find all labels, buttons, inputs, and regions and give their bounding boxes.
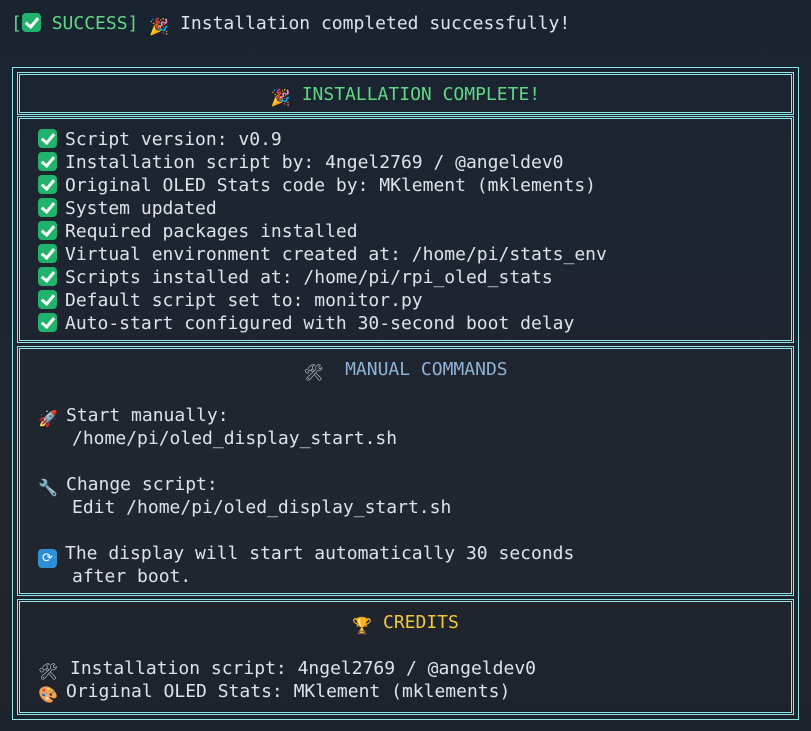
success-status-line: [ SUCCESS] 🎉 Installation completed succ… [11, 12, 570, 36]
refresh-arrows-icon: ⟳ [38, 549, 57, 568]
check-mark-button-icon [38, 198, 57, 217]
success-tag: SUCCESS] [51, 13, 139, 34]
hammer-and-wrench-icon: 🛠 [303, 363, 324, 382]
check-mark-button-icon [38, 221, 57, 240]
install-summary-section: Script version: v0.9 Installation script… [17, 116, 794, 343]
check-mark-button-icon [38, 129, 57, 148]
summary-item: Auto-start configured with 30-second boo… [38, 312, 574, 335]
check-mark-button-icon [38, 244, 57, 263]
summary-item: Virtual environment created at: /home/pi… [38, 243, 607, 266]
rocket-icon: 🚀 [38, 409, 58, 428]
auto-start-note-continued: after boot. [72, 566, 192, 587]
check-mark-button-icon [38, 290, 57, 309]
manual-commands-section: 🛠 MANUAL COMMANDS 🚀 Start manually: /home… [17, 346, 794, 596]
wrench-icon: 🔧 [38, 478, 58, 497]
summary-item: Required packages installed [38, 220, 358, 243]
manual-commands-heading: 🛠 MANUAL COMMANDS [303, 359, 508, 382]
summary-item: Script version: v0.9 [38, 128, 282, 151]
trophy-icon: 🏆 [352, 616, 373, 635]
party-popper-icon: 🎉 [270, 88, 291, 107]
credits-heading: 🏆 CREDITS [352, 612, 459, 635]
check-mark-button-icon [38, 152, 57, 171]
credit-original: 🎨 Original OLED Stats: MKlement (mklement… [38, 681, 511, 704]
check-mark-button-icon [38, 175, 57, 194]
summary-item: Original OLED Stats code by: MKlement (m… [38, 174, 596, 197]
artist-palette-icon: 🎨 [38, 685, 58, 704]
terminal-window: [ SUCCESS] 🎉 Installation completed succ… [0, 0, 811, 731]
check-mark-button-icon [21, 13, 41, 32]
check-mark-button-icon [38, 313, 57, 332]
credit-installer: 🛠 Installation script: 4ngel2769 / @angel… [38, 658, 536, 681]
summary-item: System updated [38, 197, 217, 220]
party-popper-icon: 🎉 [149, 17, 170, 36]
installation-complete-heading: 🎉 INSTALLATION COMPLETE! [270, 84, 541, 107]
change-script-label: 🔧 Change script: [38, 474, 218, 497]
start-command: /home/pi/oled_display_start.sh [72, 428, 398, 449]
hammer-and-wrench-icon: 🛠 [38, 662, 59, 681]
credits-section: 🏆 CREDITS 🛠 Installation script: 4ngel276… [17, 599, 794, 715]
installation-complete-banner: 🎉 INSTALLATION COMPLETE! [17, 72, 794, 115]
check-mark-button-icon [38, 267, 57, 286]
start-manually-label: 🚀 Start manually: [38, 405, 229, 428]
summary-item: Scripts installed at: /home/pi/rpi_oled_… [38, 266, 553, 289]
summary-item: Default script set to: monitor.py [38, 289, 423, 312]
auto-start-note: ⟳ The display will start automatically 30… [38, 542, 574, 568]
change-script-command: Edit /home/pi/oled_display_start.sh [72, 497, 452, 518]
success-message: Installation completed successfully! [180, 13, 571, 34]
open-bracket: [ [11, 13, 22, 34]
summary-item: Installation script by: 4ngel2769 / @ang… [38, 151, 564, 174]
